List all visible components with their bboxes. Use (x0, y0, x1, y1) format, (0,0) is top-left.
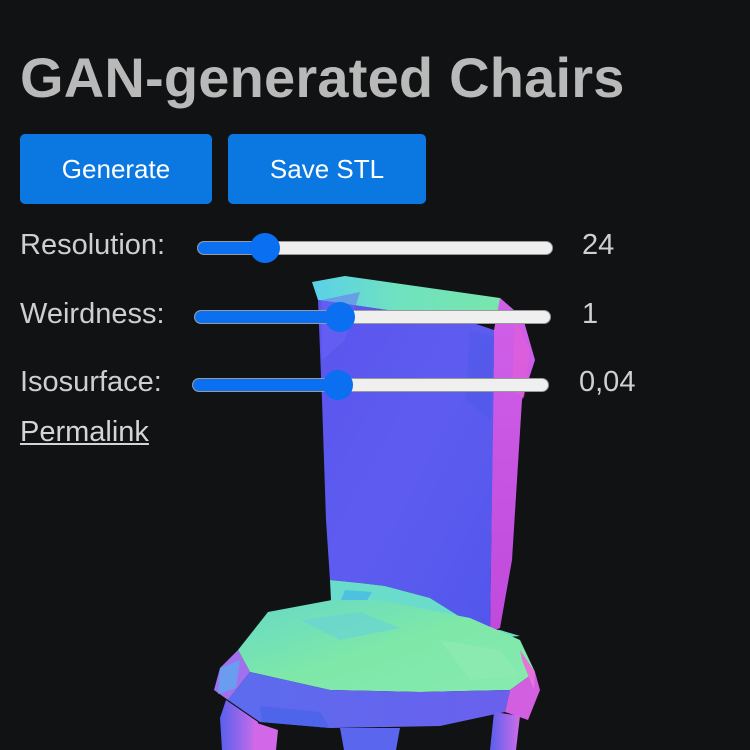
isosurface-value: 0,04 (579, 366, 636, 398)
resolution-slider[interactable] (197, 233, 553, 263)
generate-button[interactable]: Generate (20, 134, 212, 204)
resolution-slider-thumb[interactable] (249, 233, 280, 263)
resolution-value: 24 (582, 229, 615, 261)
weirdness-slider-fill (195, 311, 341, 323)
weirdness-value: 1 (582, 298, 599, 330)
weirdness-slider[interactable] (194, 302, 551, 332)
isosurface-slider-thumb[interactable] (323, 370, 354, 400)
save-stl-button[interactable]: Save STL (228, 134, 426, 204)
isosurface-slider[interactable] (192, 370, 549, 400)
isosurface-label: Isosurface: (20, 366, 162, 398)
resolution-label: Resolution: (20, 229, 166, 261)
weirdness-slider-thumb[interactable] (325, 302, 356, 332)
page-title: GAN-generated Chairs (20, 46, 625, 109)
weirdness-label: Weirdness: (20, 298, 165, 330)
isosurface-slider-fill (193, 379, 339, 391)
weirdness-slider-track (194, 310, 551, 324)
permalink-link[interactable]: Permalink (20, 414, 149, 450)
isosurface-slider-track (192, 378, 549, 392)
app-root: GAN-generated Chairs Generate Save STL R… (0, 0, 750, 750)
